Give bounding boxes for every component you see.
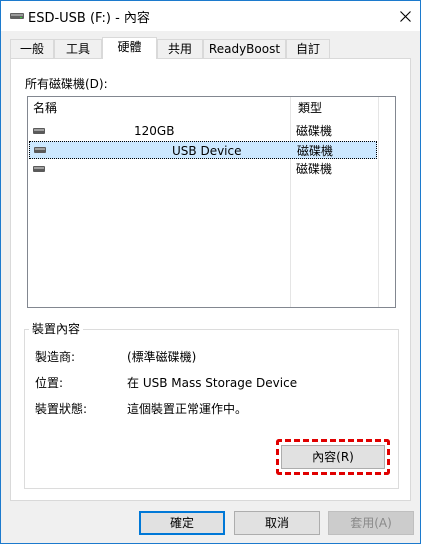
drive-name: USB Device <box>172 144 242 158</box>
close-button[interactable] <box>390 1 420 31</box>
hardware-panel: 所有磁碟機(D): 名稱 類型 120GB 磁碟機 USB Device 磁碟機… <box>10 58 411 501</box>
disk-drive-icon <box>33 128 45 134</box>
drives-label: 所有磁碟機(D): <box>25 77 108 91</box>
drives-list[interactable]: 名稱 類型 120GB 磁碟機 USB Device 磁碟機 磁碟機 <box>27 96 396 308</box>
column-header-type[interactable]: 類型 <box>298 97 322 119</box>
manufacturer-value: (標準磁碟機) <box>127 350 197 364</box>
title-bar[interactable]: ESD-USB (F:) - 內容 <box>1 1 420 31</box>
device-status-label: 裝置狀態: <box>35 402 88 416</box>
column-header-name[interactable]: 名稱 <box>33 97 57 119</box>
window-title: ESD-USB (F:) - 內容 <box>28 11 150 26</box>
location-value: 在 USB Mass Storage Device <box>127 376 298 390</box>
list-item[interactable]: 120GB 磁碟機 <box>28 122 395 140</box>
disk-drive-icon <box>33 166 45 172</box>
properties-window: ESD-USB (F:) - 內容 一般 工具 硬體 共用 ReadyBoost… <box>0 0 421 544</box>
tab-hardware[interactable]: 硬體 <box>102 37 157 59</box>
ok-button[interactable]: 確定 <box>139 511 225 535</box>
apply-button[interactable]: 套用(A) <box>328 511 414 535</box>
disk-drive-icon <box>34 147 46 153</box>
cancel-button[interactable]: 取消 <box>234 511 320 535</box>
close-icon <box>399 10 411 22</box>
tab-general[interactable]: 一般 <box>10 39 54 58</box>
drive-icon <box>10 13 24 19</box>
drive-type: 磁碟機 <box>296 124 333 138</box>
tab-tools[interactable]: 工具 <box>54 39 102 58</box>
location-label: 位置: <box>35 376 64 390</box>
tab-strip: 一般 工具 硬體 共用 ReadyBoost 自訂 <box>10 37 412 59</box>
drive-type: 磁碟機 <box>296 162 333 176</box>
device-properties-title: 裝置內容 <box>29 320 84 337</box>
tab-customize[interactable]: 自訂 <box>286 39 330 58</box>
tab-readyboost[interactable]: ReadyBoost <box>203 39 286 58</box>
device-status-value: 這個裝置正常運作中。 <box>127 402 248 416</box>
properties-button[interactable]: 內容(R) <box>281 445 385 469</box>
drive-name: 120GB <box>134 124 175 138</box>
tab-sharing[interactable]: 共用 <box>157 39 203 58</box>
drive-type: 磁碟機 <box>297 144 334 158</box>
list-item[interactable]: 磁碟機 <box>28 160 395 178</box>
list-item-selected[interactable]: USB Device 磁碟機 <box>29 141 377 159</box>
manufacturer-label: 製造商: <box>35 350 76 364</box>
